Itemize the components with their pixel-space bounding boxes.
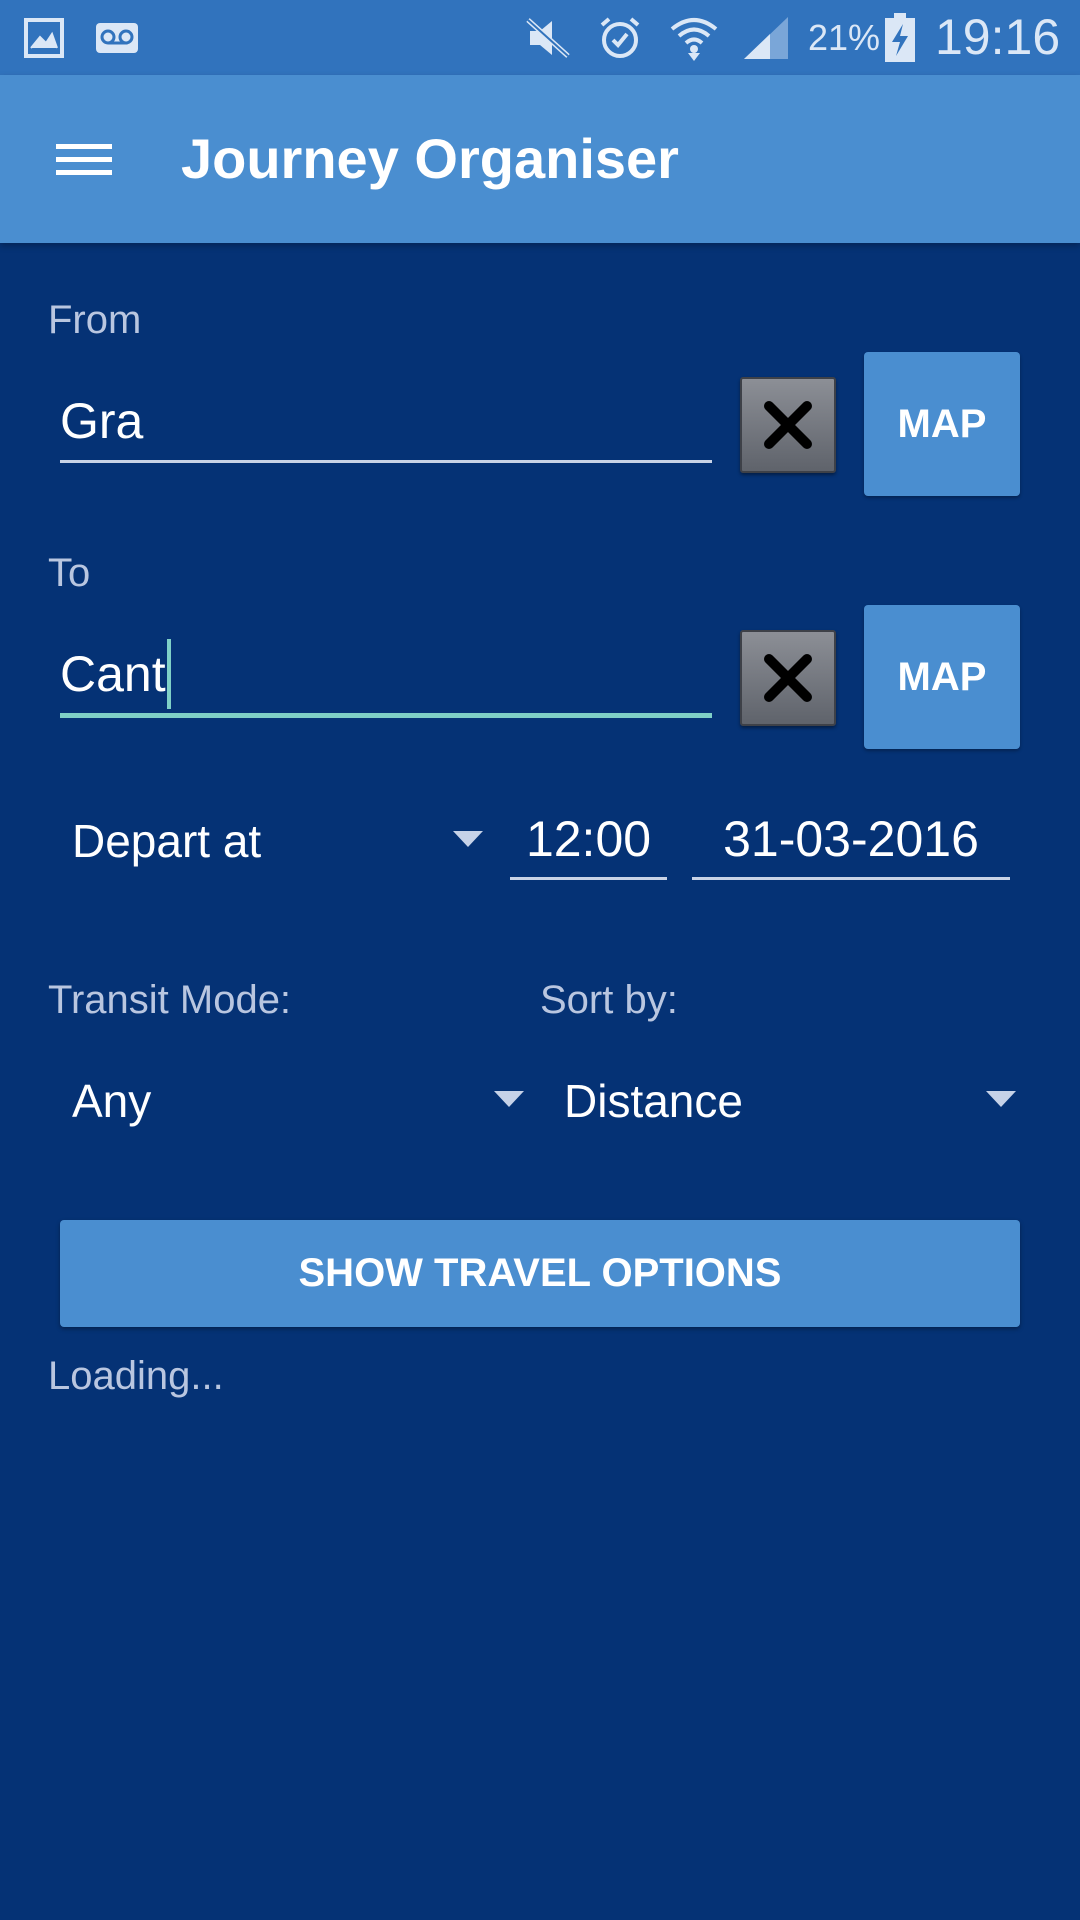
text-cursor [166, 639, 171, 709]
app-title: Journey Organiser [181, 127, 679, 190]
transit-mode-label: Transit Mode: [48, 978, 292, 1022]
to-clear-button[interactable] [740, 630, 836, 726]
battery-percent: 21% [808, 17, 881, 58]
loading-text: Loading... [48, 1354, 224, 1398]
status-bar: 21% 19:16 [0, 0, 1080, 75]
menu-button[interactable] [36, 119, 132, 199]
sort-by-spinner[interactable]: Distance [540, 1060, 1030, 1140]
from-label: From [48, 298, 142, 342]
clock: 19:16 [935, 9, 1061, 65]
voicemail-icon [92, 0, 142, 75]
depart-mode-value: Depart at [72, 815, 262, 867]
transit-mode-spinner[interactable]: Any [48, 1060, 538, 1140]
date-field[interactable]: 31-03-2016 [692, 800, 1010, 880]
date-field-underline [692, 877, 1010, 880]
hamburger-menu-icon [56, 136, 112, 183]
battery-charging-icon [880, 0, 920, 75]
from-input-text: Gra [60, 393, 144, 449]
depart-mode-spinner[interactable]: Depart at [48, 800, 488, 880]
sort-by-label: Sort by: [540, 978, 678, 1022]
from-input[interactable]: Gra [60, 386, 712, 462]
app-bar: Journey Organiser [0, 75, 1080, 243]
gallery-icon [20, 0, 68, 75]
sort-by-value: Distance [564, 1075, 743, 1127]
dropdown-arrow-icon [453, 831, 483, 847]
mute-icon [522, 0, 574, 75]
from-map-button[interactable]: MAP [864, 352, 1020, 496]
time-value: 12:00 [525, 811, 652, 867]
close-icon [764, 401, 812, 449]
dropdown-arrow-icon [986, 1091, 1016, 1107]
to-map-button[interactable]: MAP [864, 605, 1020, 749]
close-icon [764, 654, 812, 702]
to-label: To [48, 551, 91, 595]
from-clear-button[interactable] [740, 377, 836, 473]
dropdown-arrow-icon [494, 1091, 524, 1107]
show-travel-options-button[interactable]: SHOW TRAVEL OPTIONS [60, 1220, 1020, 1327]
time-field[interactable]: 12:00 [510, 800, 667, 880]
time-field-underline [510, 877, 667, 880]
signal-icon [740, 0, 794, 75]
from-input-underline [60, 460, 712, 463]
to-input[interactable]: Cant [60, 639, 712, 715]
alarm-icon [594, 0, 646, 75]
to-input-text: Cant [60, 646, 166, 702]
transit-mode-value: Any [72, 1075, 152, 1127]
to-input-underline [60, 713, 712, 718]
date-value: 31-03-2016 [723, 811, 979, 867]
wifi-icon [666, 0, 722, 75]
